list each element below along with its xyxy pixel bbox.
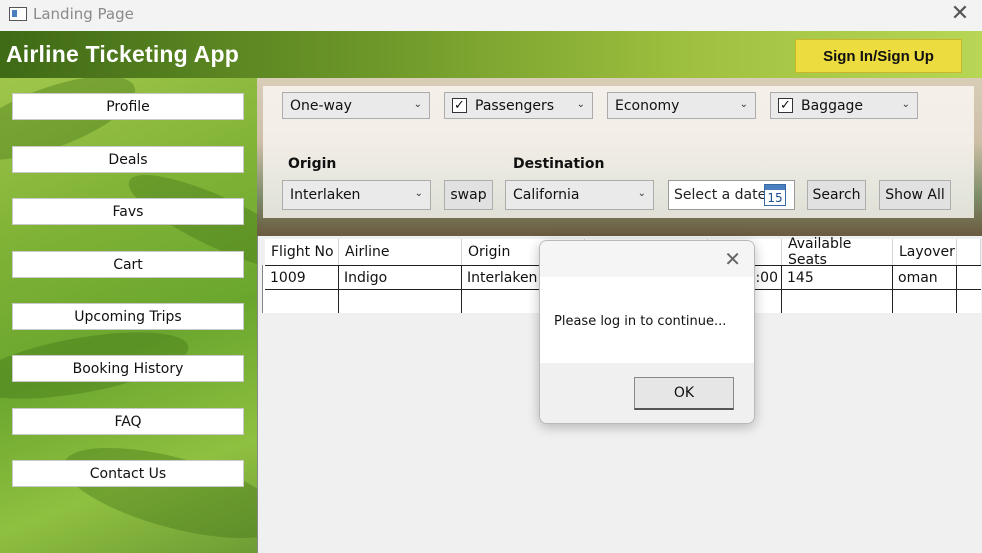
sidebar-item-faq[interactable]: FAQ [12, 408, 244, 435]
app-window: Landing Page ✕ Airline Ticketing App Sig… [0, 0, 982, 553]
origin-dropdown[interactable]: Interlaken ⌄ [282, 180, 431, 210]
dialog-title-bar [540, 241, 754, 277]
chevron-down-icon: ⌄ [414, 188, 423, 199]
search-button[interactable]: Search [807, 180, 866, 210]
cell-flight-no[interactable]: 1009 [265, 266, 339, 289]
baggage-label: Baggage [801, 97, 864, 114]
ok-button[interactable]: OK [634, 377, 734, 410]
swap-button[interactable]: swap [444, 180, 493, 210]
window-icon [9, 7, 27, 21]
sidebar-item-profile[interactable]: Profile [12, 93, 244, 120]
passengers-dropdown[interactable]: ✓ Passengers ⌄ [444, 92, 593, 119]
destination-label: Destination [513, 156, 605, 172]
chevron-down-icon: ⌄ [576, 99, 585, 110]
passengers-label: Passengers [475, 97, 555, 114]
destination-value: California [513, 187, 580, 203]
column-header-layover[interactable]: Layover [893, 239, 957, 265]
sidebar-item-deals[interactable]: Deals [12, 146, 244, 173]
window-title: Landing Page [33, 5, 134, 23]
cabin-class-value: Economy [615, 97, 680, 114]
cell-available-seats[interactable] [782, 290, 893, 313]
cell-available-seats[interactable]: 145 [782, 266, 893, 289]
cabin-class-dropdown[interactable]: Economy ⌄ [607, 92, 756, 119]
cell-flight-no[interactable] [265, 290, 339, 313]
sidebar-item-upcoming-trips[interactable]: Upcoming Trips [12, 303, 244, 330]
login-required-dialog: ✕ Please log in to continue... OK [539, 240, 755, 424]
cell-filler [957, 290, 981, 313]
sidebar-item-cart[interactable]: Cart [12, 251, 244, 278]
cell-airline[interactable]: Indigo [339, 266, 462, 289]
palm-frond-decoration [54, 429, 257, 553]
column-header-flight-no[interactable]: Flight No [265, 239, 339, 265]
cell-airline[interactable] [339, 290, 462, 313]
dialog-message: Please log in to continue... [554, 314, 727, 329]
column-header-airline[interactable]: Airline [339, 239, 462, 265]
app-title: Airline Ticketing App [6, 41, 239, 67]
cell-layover[interactable] [893, 290, 957, 313]
title-bar: Landing Page ✕ [0, 0, 982, 31]
close-icon[interactable]: ✕ [950, 2, 970, 26]
sign-in-button[interactable]: Sign In/Sign Up [795, 39, 962, 73]
cell-layover[interactable]: oman [893, 266, 957, 289]
baggage-checkbox[interactable]: ✓ [778, 98, 793, 113]
column-header-filler [957, 239, 981, 265]
date-picker[interactable]: Select a date 15 [668, 180, 795, 210]
close-icon[interactable]: ✕ [724, 247, 741, 271]
destination-dropdown[interactable]: California ⌄ [505, 180, 654, 210]
column-header-available-seats[interactable]: Available Seats [782, 236, 893, 268]
trip-type-value: One-way [290, 97, 352, 114]
chevron-down-icon: ⌄ [637, 188, 646, 199]
app-header: Airline Ticketing App Sign In/Sign Up [0, 31, 982, 78]
cell-filler [957, 266, 981, 289]
baggage-dropdown[interactable]: ✓ Baggage ⌄ [770, 92, 918, 119]
origin-value: Interlaken [290, 187, 361, 203]
origin-label: Origin [288, 156, 337, 172]
calendar-icon[interactable]: 15 [764, 184, 786, 206]
chevron-down-icon: ⌄ [413, 99, 422, 110]
show-all-button[interactable]: Show All [879, 180, 951, 210]
sidebar-item-contact-us[interactable]: Contact Us [12, 460, 244, 487]
chevron-down-icon: ⌄ [901, 99, 910, 110]
passengers-checkbox[interactable]: ✓ [452, 98, 467, 113]
sidebar-item-favs[interactable]: Favs [12, 198, 244, 225]
chevron-down-icon: ⌄ [739, 99, 748, 110]
trip-type-dropdown[interactable]: One-way ⌄ [282, 92, 430, 119]
sidebar-item-booking-history[interactable]: Booking History [12, 355, 244, 382]
date-placeholder: Select a date [674, 187, 767, 203]
